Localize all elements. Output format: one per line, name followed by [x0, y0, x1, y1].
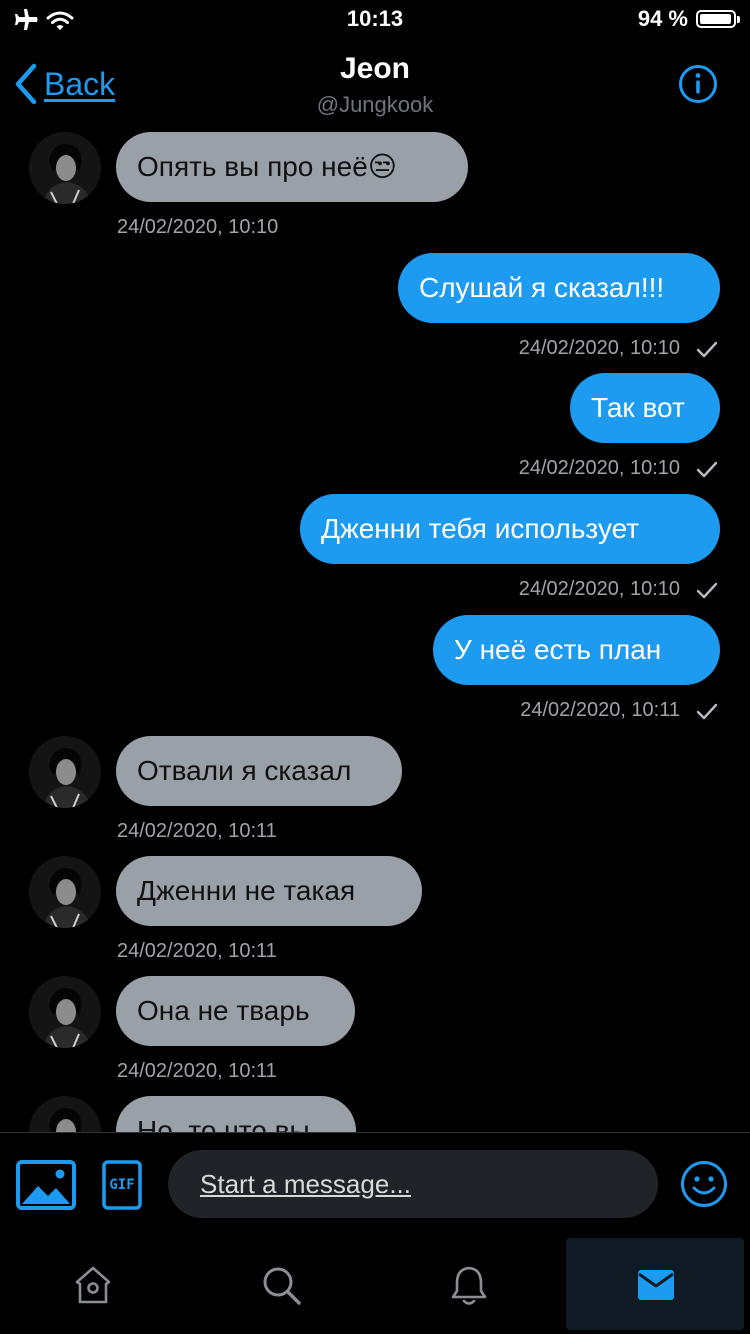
message-row: Отвали я сказал 24/02/2020, 10:11: [0, 736, 750, 846]
message-bubble-sent[interactable]: У неё есть план: [433, 615, 720, 685]
image-icon[interactable]: [16, 1160, 76, 1210]
message-bubble-sent[interactable]: Дженни тебя использует: [300, 494, 720, 564]
status-bar: 10:13 94 %: [0, 0, 750, 40]
read-check-icon: [696, 461, 718, 484]
bell-icon: [451, 1266, 487, 1305]
message-row: Дженни тебя использует 24/02/2020, 10:10: [0, 494, 750, 604]
message-input[interactable]: [168, 1150, 658, 1218]
avatar[interactable]: [29, 856, 101, 928]
message-row: Дженни не такая 24/02/2020, 10:11: [0, 856, 750, 966]
message-row: Она не тварь 24/02/2020, 10:11: [0, 976, 750, 1086]
message-timestamp: 24/02/2020, 10:11: [117, 1060, 277, 1082]
message-bubble-received[interactable]: Она не тварь: [116, 976, 355, 1046]
read-check-icon: [696, 703, 718, 726]
message-timestamp: 24/02/2020, 10:11: [117, 940, 277, 962]
battery-percentage: 94 %: [637, 6, 688, 31]
emoji-icon[interactable]: [680, 1160, 728, 1208]
conversation-handle: @Jungkook: [316, 92, 434, 117]
read-check-icon: [696, 582, 718, 605]
message-timestamp: 24/02/2020, 10:10: [117, 216, 279, 238]
gif-button[interactable]: GIF: [102, 1160, 142, 1210]
message-timestamp: 24/02/2020, 10:10: [518, 337, 680, 359]
message-timestamp: 24/02/2020, 10:11: [520, 699, 680, 721]
read-check-icon: [696, 341, 718, 364]
message-bubble-received[interactable]: Отвали я сказал: [116, 736, 402, 806]
avatar[interactable]: [29, 736, 101, 808]
tab-home[interactable]: [3, 1236, 183, 1334]
message-bubble-sent[interactable]: Так вот: [570, 373, 720, 443]
tab-messages[interactable]: [566, 1236, 746, 1334]
tab-notifications[interactable]: [379, 1236, 559, 1334]
avatar[interactable]: [29, 976, 101, 1048]
info-icon[interactable]: [678, 64, 718, 104]
gif-label: GIF: [109, 1177, 135, 1193]
message-row: Так вот 24/02/2020, 10:10: [0, 373, 750, 483]
message-bubble-received[interactable]: Опять вы про неё😒: [116, 132, 468, 202]
message-timestamp: 24/02/2020, 10:10: [518, 457, 680, 479]
message-row: У неё есть план 24/02/2020, 10:11: [0, 615, 750, 725]
search-icon: [263, 1267, 301, 1305]
message-row: Опять вы про неё😒 24/02/2020, 10:10: [0, 132, 750, 242]
message-timestamp: 24/02/2020, 10:10: [518, 578, 680, 600]
mail-icon: [638, 1270, 674, 1300]
tab-search[interactable]: [191, 1236, 371, 1334]
battery-icon: [696, 10, 740, 28]
conversation-title: Jeon: [339, 52, 411, 85]
message-timestamp: 24/02/2020, 10:11: [117, 820, 277, 842]
message-row: Слушай я сказал!!! 24/02/2020, 10:10: [0, 253, 750, 363]
message-bubble-sent[interactable]: Слушай я сказал!!!: [398, 253, 720, 323]
message-bubble-received[interactable]: Дженни не такая: [116, 856, 422, 926]
home-icon: [75, 1266, 111, 1304]
avatar[interactable]: [29, 132, 101, 204]
